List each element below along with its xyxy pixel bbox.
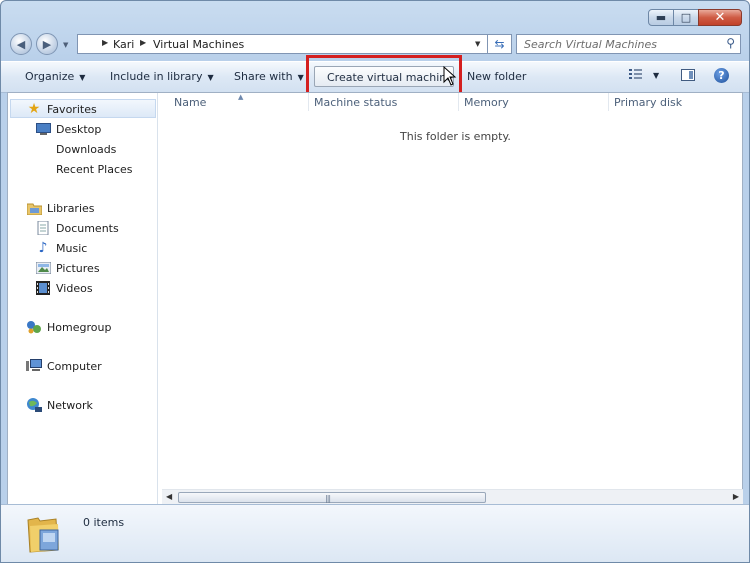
address-dropdown-icon[interactable]: ▼ [475, 40, 480, 48]
nav-item-libraries[interactable]: Libraries [26, 201, 95, 215]
organize-button[interactable]: Organize ▼ [25, 70, 85, 83]
nav-item-pictures[interactable]: Pictures [35, 261, 100, 275]
chevron-down-icon: ▼ [297, 73, 304, 82]
nav-label: Documents [56, 221, 119, 235]
nav-item-downloads[interactable]: Downloads [35, 142, 116, 156]
network-icon [26, 398, 42, 412]
breadcrumb-root-arrow-icon[interactable]: ▶ [102, 38, 108, 47]
scroll-right-icon[interactable]: ▶ [733, 492, 739, 501]
nav-label: Network [47, 398, 93, 412]
column-header-name[interactable]: Name [174, 96, 206, 109]
nav-label: Downloads [56, 142, 117, 156]
refresh-button[interactable]: ⇆ [487, 34, 512, 54]
forward-button[interactable]: ▶ [36, 33, 58, 55]
nav-item-recent-places[interactable]: Recent Places [35, 162, 133, 176]
minimize-icon: ▬ [655, 11, 667, 24]
chevron-down-icon: ▼ [79, 73, 86, 82]
column-header-memory[interactable]: Memory [464, 96, 509, 109]
caption-buttons: ▬ □ ✕ [648, 9, 742, 26]
nav-item-music[interactable]: ♪ Music [35, 240, 88, 256]
view-options-dropdown-icon[interactable]: ▼ [653, 71, 659, 80]
column-divider[interactable] [458, 93, 459, 111]
breadcrumb-item-virtual-machines[interactable]: Virtual Machines [153, 38, 244, 51]
details-pane: 0 items [1, 504, 749, 562]
nav-item-network[interactable]: Network [26, 398, 93, 412]
maximize-icon: □ [680, 11, 692, 24]
column-header-primary-disk[interactable]: Primary disk [614, 96, 682, 109]
nav-label: Favorites [47, 102, 97, 116]
column-divider[interactable] [608, 93, 609, 111]
horizontal-scrollbar[interactable]: ◀ ||| ▶ [162, 489, 743, 505]
new-folder-button[interactable]: New folder [467, 70, 526, 83]
nav-item-computer[interactable]: Computer [26, 359, 102, 373]
navigation-pane: ★ Favorites Desktop Downloads Recent Pla… [8, 93, 158, 504]
nav-label: Pictures [56, 261, 100, 275]
nav-label: Videos [56, 281, 93, 295]
search-input[interactable]: Search Virtual Machines ⚲ [516, 34, 741, 54]
computer-icon [26, 359, 42, 373]
empty-folder-message: This folder is empty. [400, 130, 511, 143]
desktop-icon [35, 122, 51, 136]
scroll-left-icon[interactable]: ◀ [166, 492, 172, 501]
maximize-button[interactable]: □ [673, 9, 699, 26]
address-bar[interactable]: ▶ Kari ▶ Virtual Machines [77, 34, 512, 54]
highlight-box [306, 55, 462, 97]
column-header-machine-status[interactable]: Machine status [314, 96, 397, 109]
recent-places-icon [35, 162, 51, 176]
share-with-label: Share with [234, 70, 293, 83]
grip-icon: ||| [325, 494, 331, 503]
breadcrumb-separator-icon[interactable]: ▶ [140, 38, 146, 47]
include-in-library-label: Include in library [110, 70, 203, 83]
close-button[interactable]: ✕ [698, 9, 742, 26]
back-button[interactable]: ◀ [10, 33, 32, 55]
scrollbar-thumb[interactable]: ||| [178, 492, 486, 503]
nav-item-homegroup[interactable]: Homegroup [26, 320, 111, 334]
nav-item-favorites[interactable]: ★ Favorites [26, 101, 97, 117]
nav-item-videos[interactable]: Videos [35, 281, 93, 295]
item-count: 0 items [83, 516, 125, 529]
refresh-icon: ⇆ [494, 37, 505, 51]
change-view-icon[interactable] [629, 69, 645, 81]
search-placeholder: Search Virtual Machines [524, 38, 657, 51]
nav-label: Libraries [47, 201, 95, 215]
star-icon: ★ [27, 101, 41, 117]
recent-pages-dropdown-icon[interactable]: ▼ [63, 41, 68, 49]
organize-label: Organize [25, 70, 75, 83]
nav-label: Homegroup [47, 320, 112, 334]
explorer-window: ▬ □ ✕ ◀ ▶ ▼ ▶ Kari ▶ Virtual Machines ▼ … [0, 0, 750, 563]
videos-icon [35, 281, 51, 295]
mouse-cursor-icon [443, 66, 457, 86]
search-icon[interactable]: ⚲ [726, 36, 735, 50]
libraries-icon [26, 201, 42, 215]
nav-label: Computer [47, 359, 102, 373]
forward-arrow-icon: ▶ [42, 37, 52, 51]
help-icon[interactable]: ? [714, 68, 729, 83]
breadcrumb-item-kari[interactable]: Kari [113, 38, 134, 51]
include-in-library-button[interactable]: Include in library ▼ [110, 70, 214, 83]
folder-icon [27, 517, 59, 553]
close-icon: ✕ [714, 10, 726, 25]
share-with-button[interactable]: Share with ▼ [234, 70, 304, 83]
column-divider[interactable] [308, 93, 309, 111]
back-arrow-icon: ◀ [16, 37, 26, 51]
content-area: ★ Favorites Desktop Downloads Recent Pla… [7, 92, 743, 505]
minimize-button[interactable]: ▬ [648, 9, 674, 26]
documents-icon [35, 221, 51, 235]
downloads-icon [35, 142, 51, 156]
nav-label: Music [56, 241, 88, 255]
music-icon: ♪ [38, 240, 48, 256]
nav-item-desktop[interactable]: Desktop [35, 122, 101, 136]
nav-label: Recent Places [56, 162, 133, 176]
preview-pane-icon[interactable] [681, 69, 695, 81]
sort-indicator-icon: ▲ [238, 93, 244, 101]
nav-item-documents[interactable]: Documents [35, 221, 119, 235]
pictures-icon [35, 261, 51, 275]
chevron-down-icon: ▼ [207, 73, 214, 82]
nav-label: Desktop [56, 122, 102, 136]
homegroup-icon [26, 320, 42, 334]
